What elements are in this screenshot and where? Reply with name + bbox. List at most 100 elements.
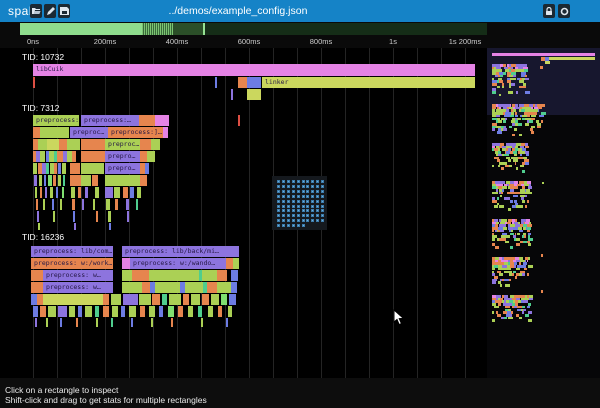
- flame-rect[interactable]: [43, 199, 45, 210]
- flame-rect[interactable]: [123, 187, 128, 198]
- flame-rect[interactable]: [105, 187, 113, 198]
- flame-rect[interactable]: [35, 318, 37, 327]
- flame-rect[interactable]: [69, 306, 75, 317]
- flame-rect[interactable]: [103, 294, 109, 305]
- flame-rect[interactable]: [59, 139, 67, 150]
- flame-rect[interactable]: [67, 139, 80, 150]
- flame-rect[interactable]: [43, 294, 103, 305]
- flame-rect[interactable]: prepro…: [105, 151, 140, 162]
- flame-rect[interactable]: [34, 175, 37, 186]
- flame-rect[interactable]: preprocess: lib/com…: [31, 246, 113, 257]
- flame-rect[interactable]: [78, 187, 81, 198]
- flame-rect[interactable]: [39, 175, 42, 186]
- flame-rect[interactable]: [122, 258, 130, 269]
- flame-rect[interactable]: [155, 282, 180, 293]
- flame-rect[interactable]: [81, 175, 91, 186]
- flame-rect[interactable]: [40, 306, 46, 317]
- flame-rect[interactable]: [74, 223, 76, 230]
- flame-rect[interactable]: prepro…: [105, 163, 140, 174]
- flame-rect[interactable]: [137, 187, 141, 198]
- flame-rect[interactable]: [149, 306, 155, 317]
- flame-rect[interactable]: [228, 306, 232, 317]
- flame-rect[interactable]: [63, 175, 65, 186]
- flame-rect[interactable]: [129, 306, 136, 317]
- flame-rect[interactable]: [122, 282, 142, 293]
- flame-rect[interactable]: [33, 77, 35, 88]
- flame-rect[interactable]: [52, 199, 54, 210]
- flame-rect[interactable]: [155, 115, 169, 126]
- flame-rect[interactable]: [53, 175, 56, 186]
- flame-rect[interactable]: preprocess: w:/work…: [31, 258, 113, 269]
- global-histogram[interactable]: [0, 22, 600, 36]
- flame-rect[interactable]: [60, 318, 62, 327]
- flame-rect[interactable]: preproc…: [105, 139, 140, 150]
- flame-rect[interactable]: preproc…: [70, 127, 108, 138]
- flame-rect[interactable]: [106, 199, 110, 210]
- flame-rect[interactable]: [70, 163, 80, 174]
- flame-rect[interactable]: [229, 294, 236, 305]
- flame-rect[interactable]: [31, 282, 43, 293]
- flame-rect[interactable]: [130, 187, 134, 198]
- flame-rect[interactable]: [85, 306, 92, 317]
- flame-rect[interactable]: [122, 270, 132, 281]
- flame-rect[interactable]: [163, 127, 168, 138]
- flame-rect[interactable]: [231, 89, 233, 100]
- flame-rect[interactable]: [54, 163, 57, 174]
- flame-rect[interactable]: [217, 270, 227, 281]
- flame-rect[interactable]: [33, 306, 38, 317]
- flame-rect[interactable]: [95, 187, 99, 198]
- flame-rect[interactable]: [111, 294, 121, 305]
- open-folder-button[interactable]: [30, 4, 42, 18]
- flame-rect[interactable]: [247, 89, 261, 100]
- flame-rect[interactable]: [169, 294, 181, 305]
- flame-rect[interactable]: [58, 175, 61, 186]
- flame-rect[interactable]: [36, 199, 38, 210]
- flame-rect[interactable]: [147, 151, 155, 162]
- flame-rect[interactable]: [218, 306, 222, 317]
- flame-rect[interactable]: [93, 199, 95, 210]
- flame-rect[interactable]: [231, 270, 238, 281]
- flame-rect[interactable]: [45, 187, 47, 198]
- flame-rect[interactable]: [58, 163, 61, 174]
- flame-rect[interactable]: [109, 223, 111, 230]
- settings-button[interactable]: [558, 4, 570, 18]
- flame-rect[interactable]: [207, 282, 217, 293]
- flame-rect[interactable]: [60, 199, 62, 210]
- flame-rect[interactable]: [112, 306, 118, 317]
- flame-rect[interactable]: [132, 270, 149, 281]
- flame-rect[interactable]: [114, 187, 120, 198]
- flame-rect[interactable]: [142, 282, 150, 293]
- flame-rect[interactable]: [126, 199, 129, 210]
- flame-rect[interactable]: [44, 175, 46, 186]
- timeline-ruler[interactable]: 0ns200ms400ms600ms800ms1s1s 200ms: [0, 36, 600, 48]
- flame-rect[interactable]: [127, 211, 129, 222]
- flame-rect[interactable]: [247, 77, 261, 88]
- flame-rect[interactable]: [46, 163, 49, 174]
- flame-rect[interactable]: [92, 175, 98, 186]
- flame-rect[interactable]: [226, 258, 233, 269]
- flame-rect[interactable]: [37, 211, 39, 222]
- flame-rect[interactable]: [139, 294, 151, 305]
- flame-rect[interactable]: [62, 187, 64, 198]
- flame-rect[interactable]: [40, 127, 69, 138]
- flame-rect[interactable]: [185, 282, 203, 293]
- flame-rect[interactable]: [78, 306, 82, 317]
- flame-rect[interactable]: [33, 163, 37, 174]
- flame-rect[interactable]: [82, 199, 84, 210]
- flame-rect[interactable]: [56, 187, 58, 198]
- flame-rect[interactable]: [85, 187, 88, 198]
- flame-rect[interactable]: [40, 151, 45, 162]
- flame-rect[interactable]: [123, 294, 138, 305]
- flame-rect[interactable]: [162, 294, 167, 305]
- flame-rect[interactable]: [31, 270, 43, 281]
- flame-rect[interactable]: [96, 211, 98, 222]
- flame-rect[interactable]: [62, 163, 66, 174]
- flame-rect[interactable]: [48, 175, 52, 186]
- flame-rect[interactable]: preprocess:…: [81, 115, 139, 126]
- flame-rect[interactable]: [211, 294, 219, 305]
- flame-rect[interactable]: [50, 187, 53, 198]
- flame-rect[interactable]: [136, 199, 138, 210]
- flame-rect[interactable]: [149, 270, 199, 281]
- flame-rect[interactable]: preprocess: lib/back/mi…: [122, 246, 239, 257]
- flame-rect[interactable]: [221, 294, 227, 305]
